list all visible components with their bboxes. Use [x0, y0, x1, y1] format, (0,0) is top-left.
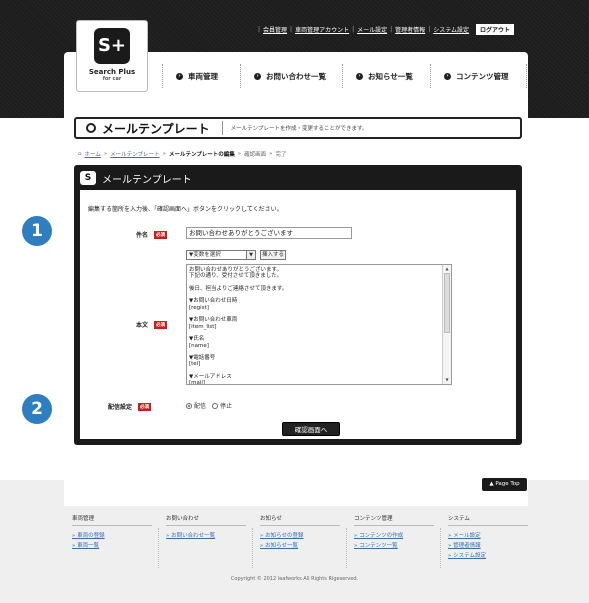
variable-select[interactable]: ▼変数を選択 ▼: [186, 250, 256, 260]
logo-small-icon: S: [80, 171, 96, 185]
home-icon: ⌂: [78, 151, 82, 157]
footer-link[interactable]: システム設定: [448, 551, 528, 559]
toplink-system-settings[interactable]: システム設定: [433, 25, 469, 34]
main-content: メールテンプレート メールテンプレートを作成・変更することができます。 ⌂ ホー…: [64, 100, 528, 506]
radio-dot: [212, 402, 219, 409]
body-textarea[interactable]: お問い合わせありがとうございます。 下記の通り、受付させて頂きました。 後日、担…: [186, 264, 452, 385]
nav-label: 車両管理: [188, 71, 218, 81]
toplink-mail-settings[interactable]: メール設定: [357, 25, 387, 34]
footer-link[interactable]: 管理者情報: [448, 541, 528, 549]
delivery-label-row: 配信設定 必須: [108, 402, 152, 411]
step-badge-1: 1: [22, 216, 52, 246]
scroll-down-icon[interactable]: ▼: [443, 376, 451, 384]
footer-link[interactable]: コンテンツ一覧: [354, 541, 434, 549]
footer-col-vehicle: 車両管理 車両の登録 車両一覧: [72, 514, 152, 551]
toplink-admin-info[interactable]: 管理者情報: [395, 25, 425, 34]
breadcrumb-confirm: 確認画面: [244, 152, 267, 158]
footer-link[interactable]: お知らせ一覧: [260, 541, 340, 549]
body-text: お問い合わせありがとうございます。 下記の通り、受付させて頂きました。 後日、担…: [189, 267, 288, 385]
breadcrumb-current: メールテンプレートの編集: [168, 152, 235, 158]
step-badge-2: 2: [22, 394, 52, 424]
radio-dot: [186, 402, 192, 409]
nav-vehicle-management[interactable]: › 車両管理: [176, 64, 218, 88]
footer-link[interactable]: お知らせの登録: [260, 531, 340, 539]
arrow-right-icon: ›: [356, 72, 363, 80]
panel-header: S メールテンプレート: [80, 169, 192, 187]
confirm-button[interactable]: 確認画面へ: [282, 422, 340, 436]
breadcrumb: ⌂ ホーム » メールテンプレート » メールテンプレートの編集 » 確認画面 …: [78, 150, 287, 158]
scroll-thumb[interactable]: [444, 273, 450, 333]
delivery-label: 配信設定: [108, 404, 133, 411]
arrow-right-icon: ›: [176, 72, 183, 80]
footer-col-inquiry: お問い合わせ お問い合わせ一覧: [166, 514, 246, 541]
subject-label: 件名: [136, 232, 149, 239]
required-badge: 必須: [154, 320, 168, 329]
radio-stop[interactable]: 停止: [212, 401, 232, 410]
arrow-right-icon: ›: [444, 72, 451, 80]
circle-icon: [86, 123, 96, 133]
footer-col-contents: コンテンツ管理 コンテンツの作成 コンテンツ一覧: [354, 514, 434, 551]
nav-inquiries[interactable]: › お問い合わせ一覧: [254, 64, 326, 88]
breadcrumb-template[interactable]: メールテンプレート: [110, 150, 159, 158]
arrow-right-icon: ›: [254, 72, 261, 80]
page-description: メールテンプレートを作成・変更することができます。: [230, 126, 368, 132]
footer-link[interactable]: コンテンツの作成: [354, 531, 434, 539]
page-title-box: メールテンプレート メールテンプレートを作成・変更することができます。: [74, 117, 522, 139]
logo-mark: S+: [94, 28, 130, 64]
footer-link[interactable]: 車両の登録: [72, 531, 152, 539]
footer-link[interactable]: 車両一覧: [72, 541, 152, 549]
nav-label: お知らせ一覧: [368, 71, 413, 81]
footer-col-system: システム メール設定 管理者情報 システム設定: [448, 514, 528, 561]
page-title: メールテンプレート: [102, 121, 210, 136]
logo-title: Search Plus: [88, 68, 136, 76]
top-links: | 会員管理 | 車両管理アカウント | メール設定 | 管理者情報 | システ…: [258, 23, 515, 35]
insert-button[interactable]: 挿入する: [260, 250, 286, 260]
breadcrumb-home[interactable]: ホーム: [85, 150, 101, 158]
logo-subtitle: for car: [102, 76, 122, 82]
radio-deliver[interactable]: 配信: [186, 401, 206, 410]
nav-news[interactable]: › お知らせ一覧: [356, 64, 413, 88]
logo[interactable]: S+ Search Plus for car: [76, 20, 148, 92]
nav-contents[interactable]: › コンテンツ管理: [444, 64, 509, 88]
page-top-button[interactable]: ▲ Page Top: [482, 478, 527, 491]
footer-link[interactable]: お問い合わせ一覧: [166, 531, 246, 539]
toplink-members[interactable]: 会員管理: [263, 25, 287, 34]
footer-col-news: お知らせ お知らせの登録 お知らせ一覧: [260, 514, 340, 551]
body-label-row: 本文 必須: [136, 320, 168, 329]
panel-body: 編集する箇所を入力後、「確認画面へ」ボタンをクリックしてください。 件名 必須 …: [80, 190, 516, 439]
template-panel: S メールテンプレート 編集する箇所を入力後、「確認画面へ」ボタンをクリックして…: [74, 165, 522, 445]
footer-link[interactable]: メール設定: [448, 531, 528, 539]
scrollbar[interactable]: ▲ ▼: [442, 265, 451, 384]
subject-label-row: 件名 必須: [136, 230, 168, 239]
required-badge: 必須: [154, 230, 168, 239]
delivery-radios: 配信 停止: [186, 401, 232, 410]
copyright: Copyright © 2012 leafworks All Rights Ri…: [230, 576, 359, 582]
subject-input[interactable]: お問い合わせありがとうございます: [186, 227, 352, 239]
required-badge: 必須: [138, 402, 152, 411]
body-label: 本文: [136, 322, 149, 329]
instruction-text: 編集する箇所を入力後、「確認画面へ」ボタンをクリックしてください。: [88, 206, 283, 213]
arrow-up-icon: ▲: [489, 481, 494, 487]
chevron-down-icon: ▼: [246, 251, 255, 259]
toplink-vehicle-account[interactable]: 車両管理アカウント: [295, 25, 349, 34]
scroll-up-icon[interactable]: ▲: [443, 265, 451, 273]
panel-title: メールテンプレート: [102, 174, 192, 186]
nav-label: お問い合わせ一覧: [266, 71, 326, 81]
breadcrumb-done: 完了: [275, 152, 287, 158]
logout-button[interactable]: ログアウト: [476, 23, 515, 35]
nav-label: コンテンツ管理: [456, 71, 509, 81]
